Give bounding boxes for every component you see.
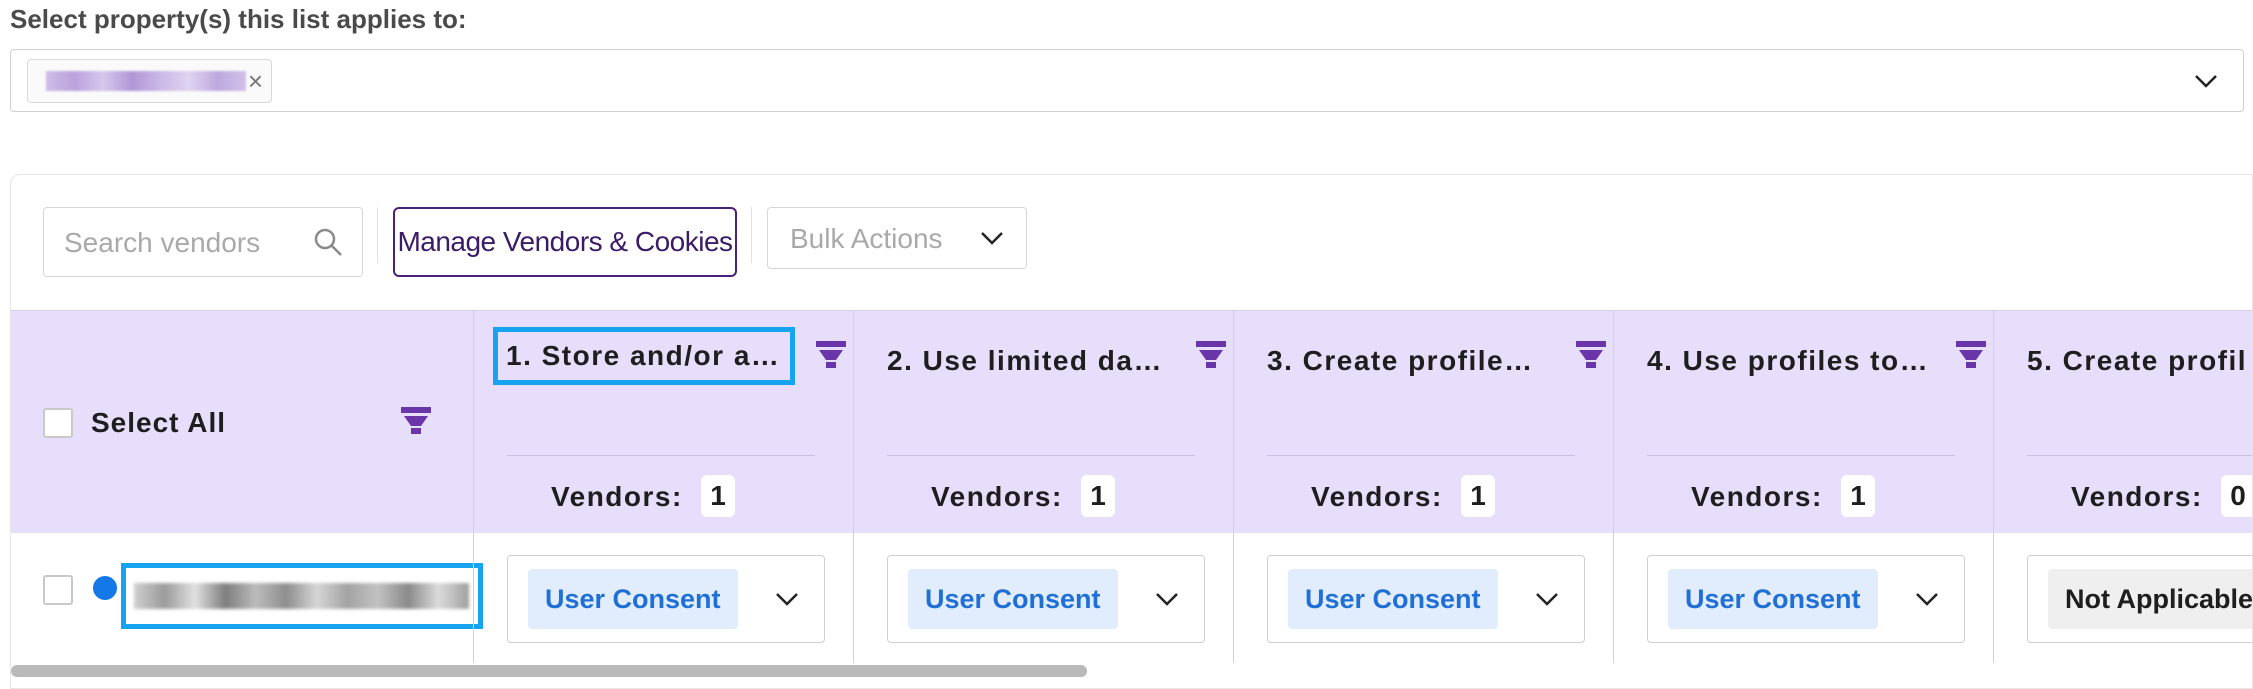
funnel-icon[interactable] xyxy=(401,407,431,435)
column-title-1[interactable]: 1. Store and/or a… xyxy=(493,327,796,385)
funnel-icon[interactable] xyxy=(1956,341,1986,369)
purpose-5-consent-dropdown[interactable]: Not Applicable xyxy=(2027,555,2252,643)
chevron-down-icon[interactable] xyxy=(2191,66,2221,96)
toolbar-divider xyxy=(377,207,378,263)
column-divider-line xyxy=(887,455,1195,456)
select-all-label: Select All xyxy=(91,407,227,438)
redacted-vendor-name xyxy=(134,583,469,609)
funnel-icon[interactable] xyxy=(1576,341,1606,369)
vendor-list-card: Search vendors Manage Vendors & Cookies … xyxy=(10,174,2253,689)
consent-value: User Consent xyxy=(1668,569,1878,629)
column-divider xyxy=(1993,311,1994,534)
select-all-checkbox[interactable] xyxy=(43,408,73,438)
vendors-count: 1 xyxy=(1081,475,1115,517)
column-title-4[interactable]: 4. Use profiles to… xyxy=(1647,345,1929,377)
bulk-actions-label: Bulk Actions xyxy=(790,223,943,254)
column-divider-line xyxy=(1647,455,1955,456)
purpose-1-consent-dropdown[interactable]: User Consent xyxy=(507,555,825,643)
column-title-3[interactable]: 3. Create profile… xyxy=(1267,345,1534,377)
search-icon xyxy=(314,228,342,256)
funnel-icon[interactable] xyxy=(816,341,846,369)
chevron-down-icon xyxy=(776,593,798,606)
column-divider xyxy=(473,311,474,534)
status-dot xyxy=(93,576,117,600)
vendors-count: 0 xyxy=(2221,475,2252,517)
row-checkbox[interactable] xyxy=(43,575,73,605)
column-divider xyxy=(1233,311,1234,534)
selected-property-tag: × xyxy=(27,59,272,103)
chevron-down-icon xyxy=(981,232,1003,245)
manage-vendors-button[interactable]: Manage Vendors & Cookies xyxy=(393,207,737,277)
column-title-2[interactable]: 2. Use limited da… xyxy=(887,345,1163,377)
vendors-label: Vendors: xyxy=(1311,481,1443,512)
consent-value: User Consent xyxy=(908,569,1118,629)
consent-value: User Consent xyxy=(528,569,738,629)
column-divider xyxy=(1993,533,1994,663)
column-divider xyxy=(853,533,854,663)
chevron-down-icon xyxy=(1156,593,1178,606)
table-row: User Consent User Consent User Consent U… xyxy=(11,533,2252,663)
consent-value: User Consent xyxy=(1288,569,1498,629)
column-divider xyxy=(473,533,474,663)
redacted-property-name xyxy=(46,71,246,91)
column-title-5[interactable]: 5. Create profil xyxy=(2027,345,2247,377)
toolbar-divider xyxy=(751,207,752,263)
column-divider xyxy=(1613,311,1614,534)
search-input[interactable]: Search vendors xyxy=(43,207,363,277)
vendors-count: 1 xyxy=(1841,475,1875,517)
column-divider-line xyxy=(507,455,815,456)
chevron-down-icon xyxy=(1536,593,1558,606)
vendors-count: 1 xyxy=(701,475,735,517)
chevron-down-icon xyxy=(1916,593,1938,606)
close-icon[interactable]: × xyxy=(248,66,263,96)
column-divider xyxy=(853,311,854,534)
vendors-label: Vendors: xyxy=(931,481,1063,512)
purpose-2-consent-dropdown[interactable]: User Consent xyxy=(887,555,1205,643)
property-select-label: Select property(s) this list applies to: xyxy=(10,4,467,34)
horizontal-scrollbar[interactable] xyxy=(11,665,1087,677)
vendors-count: 1 xyxy=(1461,475,1495,517)
consent-value: Not Applicable xyxy=(2048,569,2252,629)
purpose-3-consent-dropdown[interactable]: User Consent xyxy=(1267,555,1585,643)
column-divider-line xyxy=(2027,455,2252,456)
bulk-actions-dropdown[interactable]: Bulk Actions xyxy=(767,207,1027,269)
vendor-name[interactable] xyxy=(121,563,483,629)
vendors-label: Vendors: xyxy=(2071,481,2203,512)
search-placeholder: Search vendors xyxy=(64,227,261,258)
purpose-4-consent-dropdown[interactable]: User Consent xyxy=(1647,555,1965,643)
table-header: Select All 1. Store and/or a… Vendors: 1… xyxy=(11,310,2252,534)
vendors-label: Vendors: xyxy=(551,481,683,512)
vendors-label: Vendors: xyxy=(1691,481,1823,512)
column-divider-line xyxy=(1267,455,1575,456)
column-divider xyxy=(1233,533,1234,663)
column-divider xyxy=(1613,533,1614,663)
funnel-icon[interactable] xyxy=(1196,341,1226,369)
property-select[interactable]: × xyxy=(10,49,2244,112)
